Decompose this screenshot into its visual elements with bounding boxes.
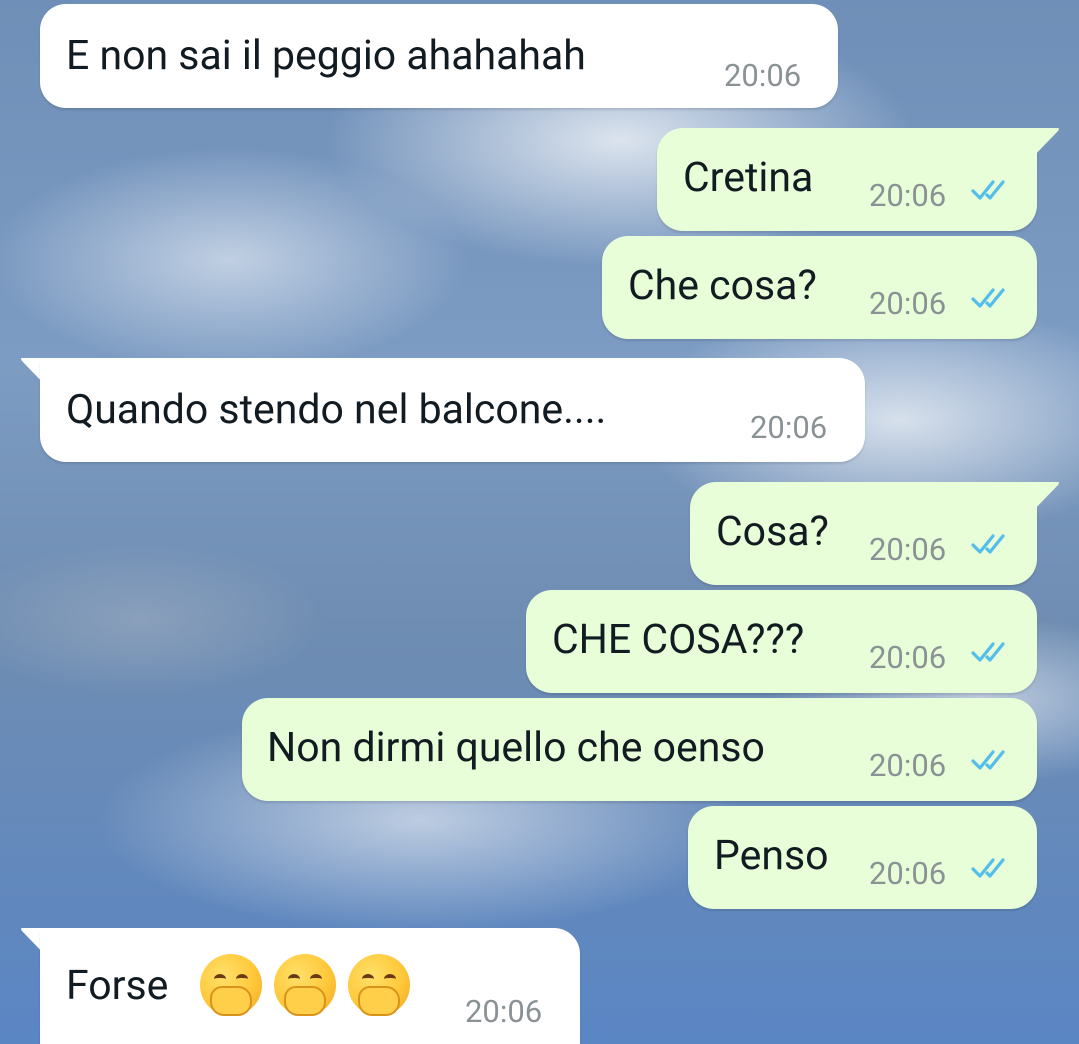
double-check-read-icon: [971, 642, 1005, 662]
message-bubble-outgoing[interactable]: Cosa? 20:06: [690, 482, 1037, 585]
message-bubble-outgoing[interactable]: Cretina 20:06: [657, 128, 1037, 231]
face-with-hand-over-mouth-icon: [273, 954, 336, 1016]
outgoing-bubble-tail: [1030, 128, 1059, 160]
message-time: 20:06: [869, 639, 947, 676]
message-text: Non dirmi quello che oenso: [267, 724, 765, 772]
message-text: E non sai il peggio ahahahah: [66, 32, 586, 80]
message-text: Forse: [66, 962, 169, 1010]
message-text: Quando stendo nel balcone....: [66, 386, 607, 434]
message-time: 20:06: [869, 855, 947, 892]
face-with-hand-over-mouth-icon: [347, 954, 410, 1016]
double-check-read-icon: [971, 858, 1005, 878]
message-text: Che cosa?: [628, 262, 817, 310]
message-time: 20:06: [724, 57, 802, 94]
message-bubble-outgoing[interactable]: CHE COSA??? 20:06: [526, 590, 1037, 693]
message-bubble-incoming[interactable]: Forse 20:06: [40, 928, 580, 1044]
message-time: 20:06: [869, 747, 947, 784]
message-text: Penso: [714, 832, 829, 880]
message-time: 20:06: [869, 531, 947, 568]
message-text: CHE COSA???: [552, 616, 805, 664]
message-time: 20:06: [465, 993, 543, 1030]
message-bubble-outgoing[interactable]: Non dirmi quello che oenso 20:06: [242, 698, 1037, 801]
message-text: Cosa?: [716, 508, 829, 556]
message-bubble-incoming[interactable]: Quando stendo nel balcone.... 20:06: [40, 358, 865, 462]
double-check-read-icon: [971, 288, 1005, 308]
message-time: 20:06: [869, 285, 947, 322]
message-bubble-incoming[interactable]: E non sai il peggio ahahahah 20:06: [40, 4, 838, 108]
outgoing-bubble-tail: [1030, 482, 1059, 514]
message-bubble-outgoing[interactable]: Penso 20:06: [688, 806, 1037, 909]
message-time: 20:06: [869, 177, 947, 214]
double-check-read-icon: [971, 534, 1005, 554]
emoji-row: [192, 954, 410, 1016]
double-check-read-icon: [971, 750, 1005, 770]
message-bubble-outgoing[interactable]: Che cosa? 20:06: [602, 236, 1037, 339]
message-text: Cretina: [683, 154, 814, 202]
message-time: 20:06: [750, 409, 828, 446]
face-with-hand-over-mouth-icon: [200, 954, 262, 1016]
double-check-read-icon: [971, 180, 1005, 200]
